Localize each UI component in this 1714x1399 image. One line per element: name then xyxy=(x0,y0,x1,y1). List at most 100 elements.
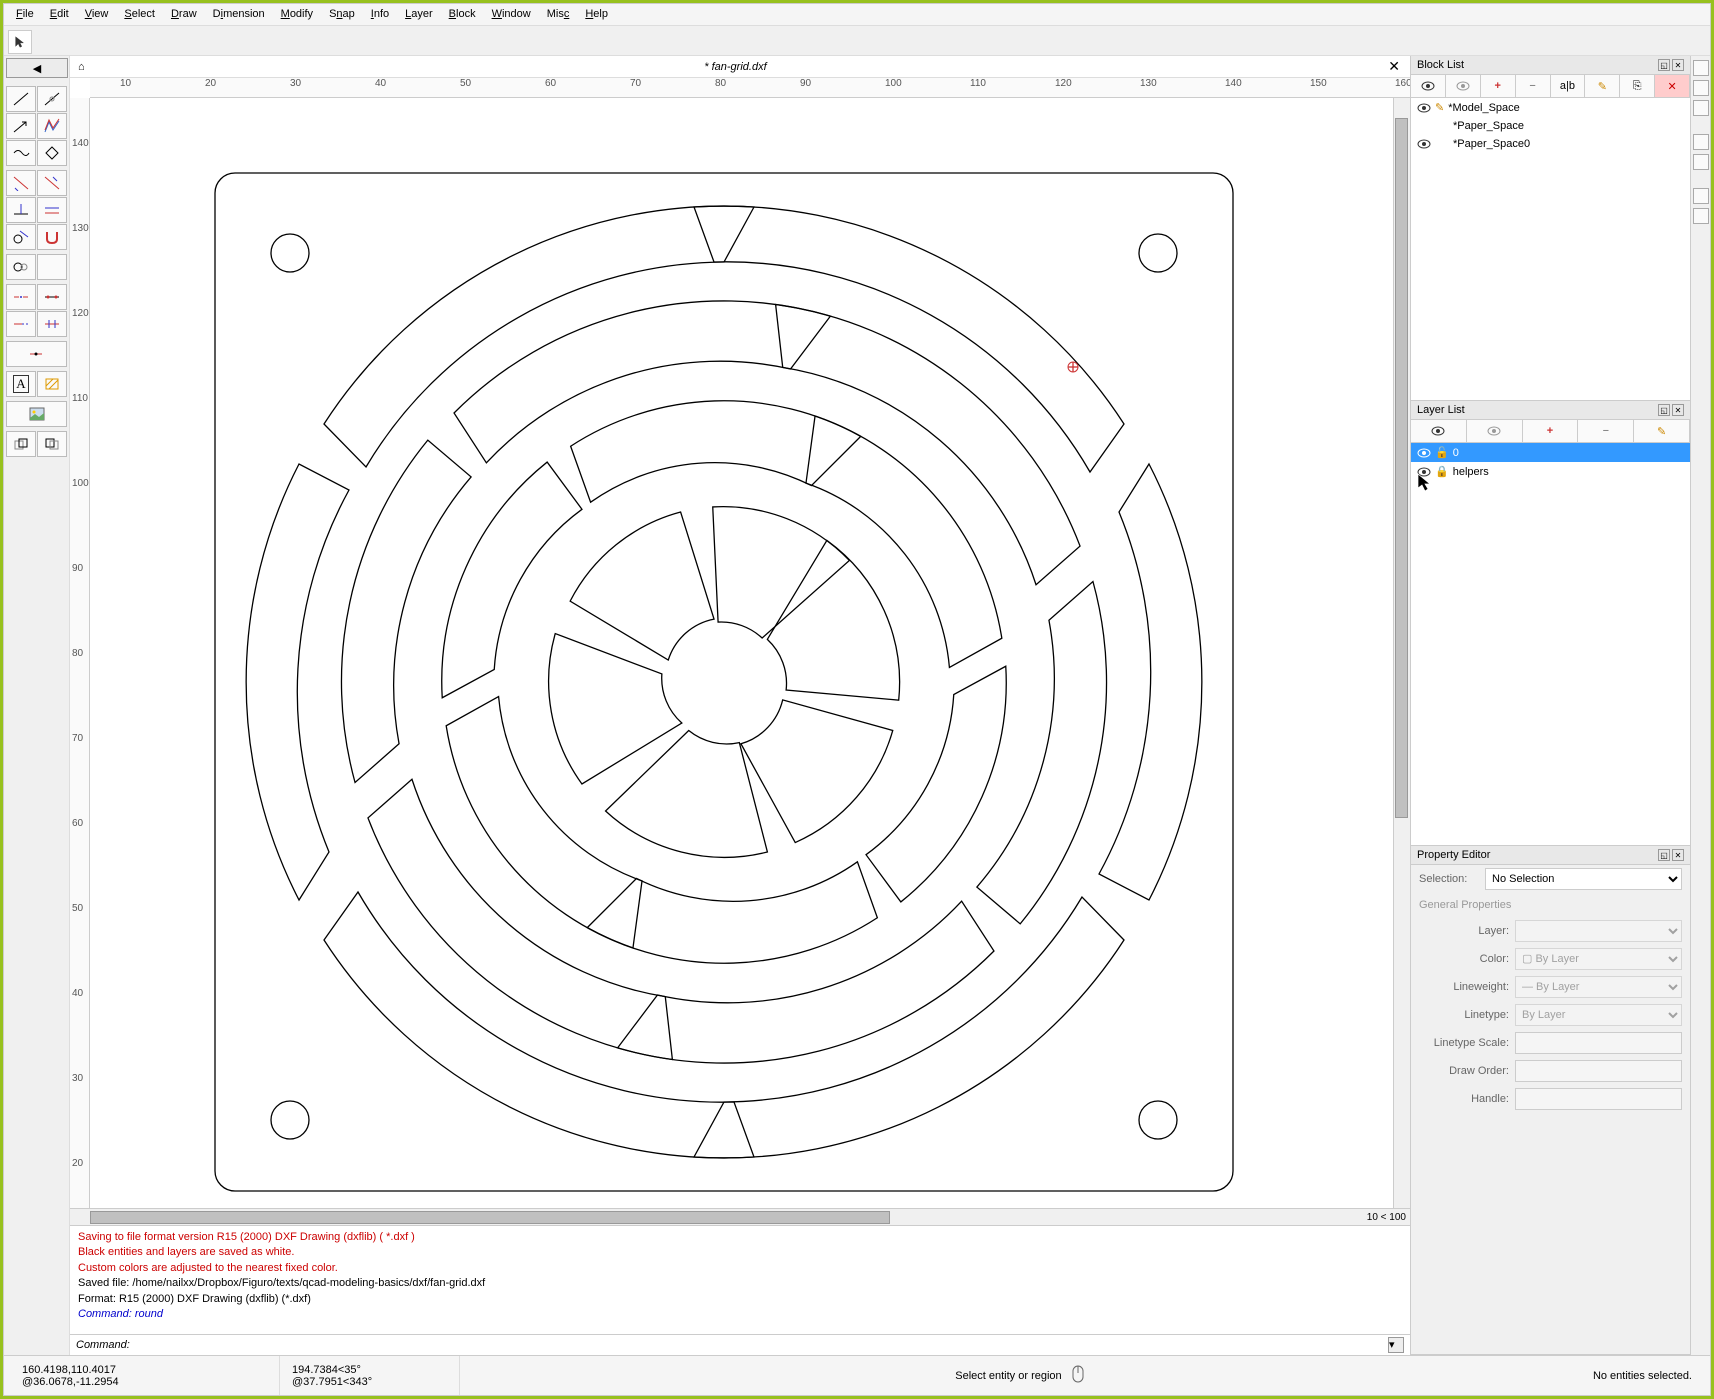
menu-select[interactable]: Select xyxy=(116,6,163,23)
tool-circle-tan[interactable] xyxy=(6,254,36,280)
prop-linetype-label: Linetype: xyxy=(1419,1009,1509,1021)
statusbar: 160.4198,110.4017 @36.0678,-11.2954 194.… xyxy=(4,1355,1710,1395)
layer-item-0[interactable]: 🔓 0 xyxy=(1411,443,1690,462)
block-item-paper-space[interactable]: *Paper_Space xyxy=(1411,117,1690,135)
layer-remove[interactable]: − xyxy=(1578,420,1634,442)
tool-extend2[interactable] xyxy=(37,311,67,337)
menu-window[interactable]: Window xyxy=(484,6,539,23)
tool-point[interactable] xyxy=(6,341,67,367)
block-close[interactable]: ✕ xyxy=(1655,75,1690,97)
panel-close-icon[interactable]: ✕ xyxy=(1672,404,1684,416)
tool-red1[interactable] xyxy=(6,170,36,196)
tool-tangent[interactable] xyxy=(6,224,36,250)
block-rename[interactable]: a|b xyxy=(1551,75,1586,97)
menu-draw[interactable]: Draw xyxy=(163,6,205,23)
block-insert[interactable]: ⎘ xyxy=(1620,75,1655,97)
layer-item-helpers[interactable]: 🔒 helpers xyxy=(1411,462,1690,481)
block-item-paper-space0[interactable]: *Paper_Space0 xyxy=(1411,135,1690,153)
home-icon[interactable]: ⌂ xyxy=(72,61,91,73)
layer-add[interactable]: + xyxy=(1523,420,1579,442)
block-toolbar: + − a|b ✎ ⎘ ✕ xyxy=(1411,75,1690,98)
console-history-dropdown[interactable]: ▾ xyxy=(1388,1337,1404,1353)
prop-ltscale-input[interactable] xyxy=(1515,1032,1682,1054)
right-panels: Block List ◱ ✕ + − a|b ✎ ⎘ ✕ xyxy=(1410,56,1690,1355)
panel-undock-icon[interactable]: ◱ xyxy=(1658,849,1670,861)
tool-empty[interactable] xyxy=(37,254,67,280)
block-hide-all[interactable] xyxy=(1446,75,1481,97)
prop-draworder-input[interactable] xyxy=(1515,1060,1682,1082)
command-input[interactable] xyxy=(134,1337,1388,1353)
panel-close-icon[interactable]: ✕ xyxy=(1672,849,1684,861)
tool-perp[interactable] xyxy=(6,197,36,223)
menu-info[interactable]: Info xyxy=(363,6,397,23)
menu-dimension[interactable]: Dimension xyxy=(205,6,273,23)
drawing-canvas[interactable] xyxy=(90,98,1393,1208)
pointer-tool-button[interactable] xyxy=(8,30,32,54)
panel-close-icon[interactable]: ✕ xyxy=(1672,59,1684,71)
tool-image[interactable] xyxy=(6,401,67,427)
tool-shape1[interactable] xyxy=(6,140,36,166)
tool-line-angle[interactable] xyxy=(37,86,67,112)
layer-show-all[interactable] xyxy=(1411,420,1467,442)
tool-hatch[interactable] xyxy=(37,371,67,397)
tool-break[interactable] xyxy=(6,284,36,310)
prop-handle-input[interactable] xyxy=(1515,1088,1682,1110)
close-tab-button[interactable]: ✕ xyxy=(1380,58,1408,75)
status-hint: Select entity or region xyxy=(955,1370,1061,1382)
tool-parallel[interactable] xyxy=(37,197,67,223)
console-line: Format: R15 (2000) DXF Drawing (dxflib) … xyxy=(78,1292,1402,1307)
console-line: Command: round xyxy=(78,1307,1402,1322)
dock-tab-2[interactable] xyxy=(1693,80,1709,96)
dock-tab-6[interactable] xyxy=(1693,188,1709,204)
tool-arrow[interactable] xyxy=(6,113,36,139)
menu-misc[interactable]: Misc xyxy=(539,6,578,23)
tool-line[interactable] xyxy=(6,86,36,112)
tool-magnet[interactable] xyxy=(37,224,67,250)
menu-view[interactable]: View xyxy=(77,6,117,23)
tool-red2[interactable] xyxy=(37,170,67,196)
cursor-icon xyxy=(13,35,27,49)
layer-edit[interactable]: ✎ xyxy=(1634,420,1690,442)
dock-tab-1[interactable] xyxy=(1693,60,1709,76)
dock-tab-3[interactable] xyxy=(1693,100,1709,116)
menu-snap[interactable]: Snap xyxy=(321,6,363,23)
menu-file[interactable]: File xyxy=(8,6,42,23)
tool-shape2[interactable] xyxy=(37,140,67,166)
tool-multi-line[interactable] xyxy=(37,113,67,139)
tool-block2[interactable] xyxy=(37,431,67,457)
menu-modify[interactable]: Modify xyxy=(273,6,321,23)
dock-tab-7[interactable] xyxy=(1693,208,1709,224)
prop-linetype-select[interactable]: By Layer xyxy=(1515,1004,1682,1026)
layer-hide-all[interactable] xyxy=(1467,420,1523,442)
prop-color-select[interactable]: ▢ By Layer xyxy=(1515,948,1682,970)
menu-layer[interactable]: Layer xyxy=(397,6,441,23)
block-remove[interactable]: − xyxy=(1516,75,1551,97)
panel-undock-icon[interactable]: ◱ xyxy=(1658,404,1670,416)
selection-dropdown[interactable]: No Selection xyxy=(1485,868,1682,890)
scrollbar-vertical[interactable] xyxy=(1393,98,1410,1208)
back-button[interactable]: ◀ xyxy=(6,58,68,78)
panel-undock-icon[interactable]: ◱ xyxy=(1658,59,1670,71)
block-item-model-space[interactable]: ✎ *Model_Space xyxy=(1411,98,1690,117)
prop-layer-select[interactable] xyxy=(1515,920,1682,942)
block-add[interactable]: + xyxy=(1481,75,1516,97)
tool-extend1[interactable] xyxy=(6,311,36,337)
property-editor-title: Property Editor xyxy=(1417,849,1490,861)
console-line: Custom colors are adjusted to the neares… xyxy=(78,1261,1402,1276)
tool-block1[interactable] xyxy=(6,431,36,457)
menu-edit[interactable]: Edit xyxy=(42,6,77,23)
prop-lineweight-select[interactable]: — By Layer xyxy=(1515,976,1682,998)
tool-text[interactable]: A xyxy=(6,371,36,397)
scrollbar-horizontal[interactable]: 10 < 100 xyxy=(70,1208,1410,1225)
console-line: Black entities and layers are saved as w… xyxy=(78,1245,1402,1260)
menu-help[interactable]: Help xyxy=(577,6,616,23)
menu-block[interactable]: Block xyxy=(441,6,484,23)
scrollbar-v-thumb[interactable] xyxy=(1395,118,1408,818)
scrollbar-h-thumb[interactable] xyxy=(90,1211,890,1224)
eye-icon xyxy=(1417,467,1431,477)
block-show-all[interactable] xyxy=(1411,75,1446,97)
dock-tab-5[interactable] xyxy=(1693,154,1709,170)
tool-join[interactable] xyxy=(37,284,67,310)
block-edit[interactable]: ✎ xyxy=(1585,75,1620,97)
dock-tab-4[interactable] xyxy=(1693,134,1709,150)
